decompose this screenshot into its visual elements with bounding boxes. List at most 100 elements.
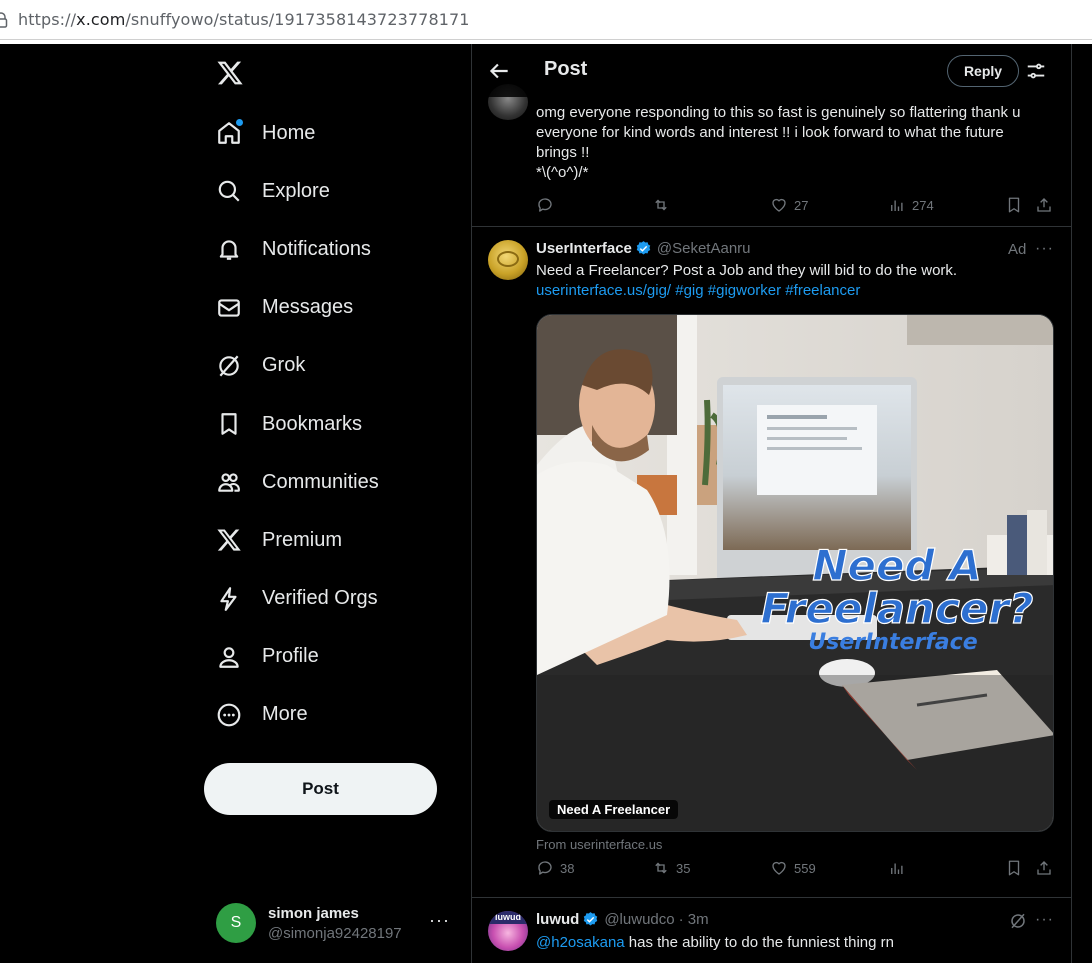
avatar[interactable] <box>488 240 528 280</box>
tweet-text-line: Need a Freelancer? Post a Job and they w… <box>536 262 958 279</box>
x-logo-icon <box>212 523 246 557</box>
ad-source[interactable]: From userinterface.us <box>536 837 662 852</box>
tweet-text: omg everyone responding to this so fast … <box>536 103 1046 183</box>
grok-icon[interactable] <box>1009 912 1027 930</box>
bookmark-icon <box>1008 197 1020 213</box>
x-logo-icon[interactable] <box>216 59 244 87</box>
bookmark-icon <box>1008 860 1020 876</box>
tweet-time[interactable]: · 3m <box>679 911 709 928</box>
repost-icon <box>655 199 667 211</box>
account-name: simon james <box>268 904 359 922</box>
verified-badge-icon <box>584 912 598 926</box>
nav-item-home[interactable]: Home <box>212 104 379 162</box>
nav-item-more[interactable]: More <box>212 686 379 744</box>
tweet-text-line: omg everyone responding to this so fast … <box>536 104 1021 121</box>
bookmark-action[interactable] <box>1005 196 1023 214</box>
browser-address-bar[interactable]: https://x.com/snuffyowo/status/191735814… <box>0 0 1092 40</box>
view-count: 274 <box>912 197 934 213</box>
nav-item-bookmarks[interactable]: Bookmarks <box>212 395 379 453</box>
heart-icon <box>772 198 786 212</box>
views-action[interactable] <box>888 859 906 877</box>
tweet-text-body: has the ability to do the funniest thing… <box>624 934 894 951</box>
grok-icon <box>212 349 246 383</box>
account-switcher[interactable]: S simon james @simonja92428197 ··· <box>216 898 456 948</box>
more-icon[interactable]: ··· <box>429 910 450 931</box>
like-action[interactable]: 27 <box>770 196 808 214</box>
nav-label: Bookmarks <box>262 412 363 435</box>
nav-item-premium[interactable]: Premium <box>212 511 379 569</box>
account-handle: @simonja92428197 <box>268 924 402 942</box>
repost-count: 35 <box>676 860 691 876</box>
reply-tweet[interactable]: luwud luwud @luwudco · 3m ··· @h2osakana… <box>472 899 1071 963</box>
tweet-author-row: UserInterface @SeketAanru <box>536 240 751 257</box>
reply-count: 38 <box>560 860 575 876</box>
nav-item-notifications[interactable]: Notifications <box>212 220 379 278</box>
media-headline-2: Freelancer? <box>761 584 1034 633</box>
share-icon <box>1037 198 1051 212</box>
share-action[interactable] <box>1035 859 1053 877</box>
left-sidebar: Home Explore Notifications Messages Grok… <box>0 44 472 963</box>
verified-badge-icon <box>636 241 651 255</box>
nav-label: Verified Orgs <box>262 587 378 610</box>
nav-label: More <box>262 703 308 726</box>
url-path: /snuffyowo/status/1917358143723778171 <box>125 10 470 29</box>
mention-link[interactable]: @h2osakana <box>536 934 625 951</box>
nav-label: Explore <box>262 179 330 202</box>
repost-action[interactable] <box>652 196 676 214</box>
avatar: S <box>216 903 256 943</box>
author-handle[interactable]: @SeketAanru <box>657 240 751 257</box>
home-icon <box>212 116 246 150</box>
nav-label: Profile <box>262 645 319 668</box>
ad-link[interactable]: userinterface.us/gig/ <box>536 282 671 299</box>
author-handle[interactable]: @luwudco <box>604 911 674 928</box>
media-alt-label: Need A Freelancer <box>549 800 679 819</box>
author-name[interactable]: UserInterface <box>536 240 632 257</box>
ad-tweet[interactable]: UserInterface @SeketAanru Ad ··· Need a … <box>472 228 1071 898</box>
media-brand: UserInterface <box>808 630 977 655</box>
avatar-caption: luwud <box>488 911 528 924</box>
reply-button[interactable]: Reply <box>947 55 1019 87</box>
like-action[interactable]: 559 <box>770 859 816 877</box>
post-button[interactable]: Post <box>204 763 437 815</box>
tweet-actions: 38 35 559 <box>536 858 1056 878</box>
reply-action[interactable] <box>536 196 560 214</box>
post-header: Post Reply <box>472 44 1071 97</box>
back-arrow-icon[interactable] <box>486 58 512 84</box>
nav-list: Home Explore Notifications Messages Grok… <box>212 104 379 744</box>
bookmark-action[interactable] <box>1005 859 1023 877</box>
reply-tweet[interactable]: omg everyone responding to this so fast … <box>472 84 1071 227</box>
ad-label: Ad <box>1008 241 1027 258</box>
reply-action[interactable]: 38 <box>536 859 574 877</box>
url-text[interactable]: https://x.com/snuffyowo/status/191735814… <box>18 10 470 29</box>
heart-icon <box>772 861 786 875</box>
author-name[interactable]: luwud <box>536 911 579 928</box>
nav-item-profile[interactable]: Profile <box>212 628 379 686</box>
nav-item-messages[interactable]: Messages <box>212 279 379 337</box>
avatar[interactable]: luwud <box>488 911 528 951</box>
tweet-text-line: everyone for kind words and interest !! … <box>536 124 1004 141</box>
ad-photo: Need A Freelancer? UserInterface <box>537 315 1053 831</box>
views-action[interactable]: 274 <box>888 196 934 214</box>
url-host: x.com <box>76 10 126 29</box>
nav-item-explore[interactable]: Explore <box>212 162 379 220</box>
nav-label: Home <box>262 121 316 144</box>
person-icon <box>212 640 246 674</box>
search-icon <box>212 174 246 208</box>
like-count: 559 <box>794 860 816 876</box>
nav-label: Communities <box>262 470 379 493</box>
repost-action[interactable]: 35 <box>652 859 690 877</box>
tweet-text: @h2osakana has the ability to do the fun… <box>536 933 1046 953</box>
page-title: Post <box>544 58 588 80</box>
views-icon <box>891 200 903 211</box>
hashtags[interactable]: #gig #gigworker #freelancer <box>675 282 860 299</box>
nav-item-verified-orgs[interactable]: Verified Orgs <box>212 570 379 628</box>
main-column: omg everyone responding to this so fast … <box>471 44 1072 963</box>
settings-sliders-icon[interactable] <box>1025 60 1047 82</box>
more-icon[interactable]: ··· <box>1035 240 1054 258</box>
nav-item-grok[interactable]: Grok <box>212 337 379 395</box>
share-action[interactable] <box>1035 196 1053 214</box>
ad-media-image[interactable]: Need A Freelancer? UserInterface Need A … <box>536 314 1054 832</box>
page-info-icon[interactable] <box>0 11 8 28</box>
nav-item-communities[interactable]: Communities <box>212 453 379 511</box>
more-icon[interactable]: ··· <box>1035 911 1054 929</box>
